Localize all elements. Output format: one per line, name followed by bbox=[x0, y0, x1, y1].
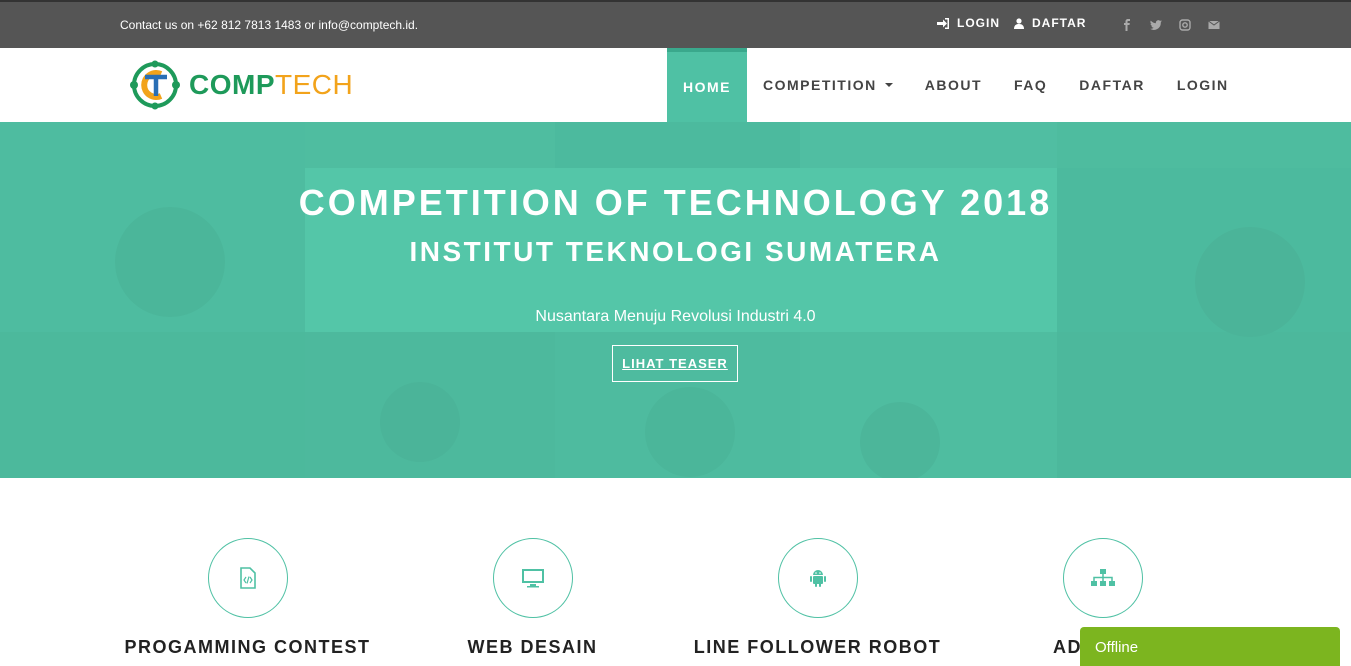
topbar-daftar-link[interactable]: DAFTAR bbox=[1014, 16, 1086, 30]
feature-title: WEB DESAIN bbox=[467, 637, 598, 657]
comptech-logo-icon bbox=[130, 60, 180, 110]
nav-home[interactable]: HOME bbox=[667, 48, 747, 122]
logo-text-tech: TECH bbox=[275, 69, 354, 100]
monitor-icon bbox=[521, 569, 544, 588]
sitemap-icon bbox=[1090, 569, 1115, 586]
nav-faq[interactable]: FAQ bbox=[998, 48, 1063, 122]
topbar-login-label: LOGIN bbox=[957, 16, 1000, 30]
hero-overlay bbox=[0, 122, 1351, 478]
feature-line-follower[interactable]: LINE FOLLOWER ROBOT bbox=[675, 538, 960, 658]
hero-banner: COMPETITION OF TECHNOLOGY 2018 INSTITUT … bbox=[0, 122, 1351, 478]
feature-title: PROGAMMING CONTEST bbox=[124, 637, 371, 657]
site-logo[interactable]: COMPTECH bbox=[123, 60, 353, 110]
nav-daftar[interactable]: DAFTAR bbox=[1063, 48, 1161, 122]
nav-competition-label: COMPETITION bbox=[763, 77, 877, 93]
instagram-icon[interactable] bbox=[1179, 19, 1191, 31]
topbar-daftar-label: DAFTAR bbox=[1032, 16, 1087, 30]
nav-about[interactable]: ABOUT bbox=[909, 48, 998, 122]
main-navbar: COMPTECH HOME COMPETITION ABOUT FAQ DAFT… bbox=[0, 48, 1351, 122]
feature-title: LINE FOLLOWER ROBOT bbox=[693, 637, 942, 657]
social-links bbox=[1121, 19, 1220, 31]
code-file-icon bbox=[239, 567, 256, 589]
hero-tagline: Nusantara Menuju Revolusi Industri 4.0 bbox=[535, 308, 816, 325]
envelope-icon[interactable] bbox=[1208, 19, 1220, 31]
auth-links: LOGIN DAFTAR bbox=[937, 16, 1086, 30]
nav-competition[interactable]: COMPETITION bbox=[747, 48, 909, 122]
facebook-icon[interactable] bbox=[1121, 19, 1133, 31]
hero-subtitle: INSTITUT TEKNOLOGI SUMATERA bbox=[409, 236, 942, 267]
hero-title: COMPETITION OF TECHNOLOGY 2018 bbox=[298, 182, 1053, 223]
twitter-icon[interactable] bbox=[1150, 19, 1162, 31]
user-icon bbox=[1014, 17, 1024, 29]
feature-web-desain[interactable]: WEB DESAIN bbox=[390, 538, 675, 658]
topbar-login-link[interactable]: LOGIN bbox=[937, 16, 1000, 30]
lihat-teaser-button[interactable]: LIHAT TEASER bbox=[612, 345, 738, 382]
logo-text-comp: COMP bbox=[189, 69, 275, 100]
feature-icon-circle bbox=[207, 538, 288, 618]
caret-down-icon bbox=[884, 83, 893, 87]
android-icon bbox=[809, 570, 826, 587]
feature-icon-circle bbox=[1062, 538, 1143, 618]
feature-programming[interactable]: PROGAMMING CONTEST bbox=[105, 538, 390, 658]
feature-icon-circle bbox=[492, 538, 573, 618]
sign-in-icon bbox=[937, 17, 949, 29]
offline-chat-widget[interactable]: Offline bbox=[1080, 627, 1340, 666]
logo-text: COMPTECH bbox=[189, 69, 353, 101]
contact-info: Contact us on +62 812 7813 1483 or info@… bbox=[120, 18, 419, 32]
feature-icon-circle bbox=[777, 538, 858, 618]
top-bar: Contact us on +62 812 7813 1483 or info@… bbox=[0, 0, 1351, 48]
nav-login[interactable]: LOGIN bbox=[1161, 48, 1245, 122]
main-menu: HOME COMPETITION ABOUT FAQ DAFTAR LOGIN bbox=[667, 48, 1245, 122]
